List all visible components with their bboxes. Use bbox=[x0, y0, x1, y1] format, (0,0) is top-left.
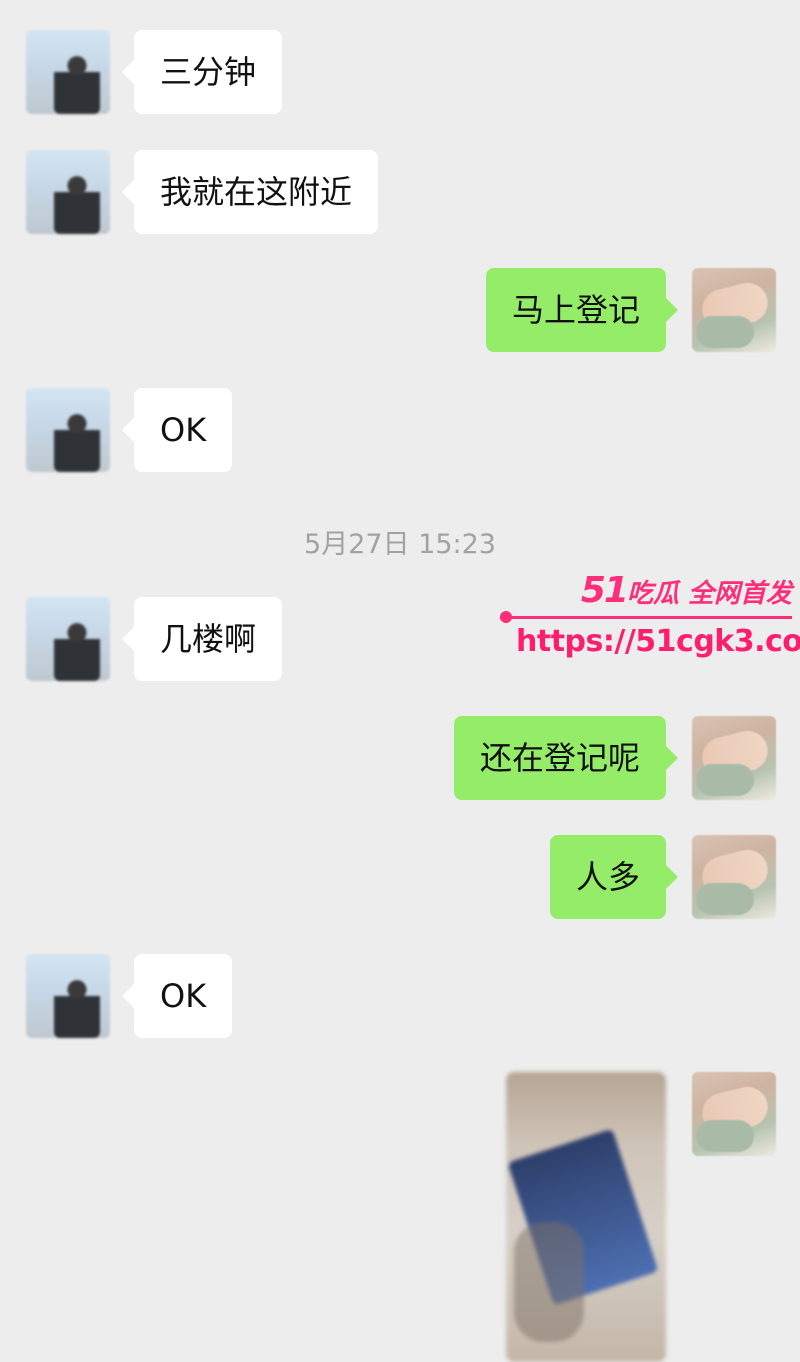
incoming-message-bubble[interactable]: OK bbox=[121, 954, 233, 1038]
outgoing-message-bubble[interactable]: 还在登记呢 bbox=[453, 716, 679, 800]
contact-avatar[interactable] bbox=[26, 954, 110, 1038]
person-avatar-icon bbox=[54, 172, 100, 234]
contact-avatar[interactable] bbox=[26, 150, 110, 234]
incoming-message-bubble[interactable]: 几楼啊 bbox=[121, 597, 283, 681]
incoming-message-bubble[interactable]: OK bbox=[121, 388, 233, 472]
message-timestamp: 5月27日 15:23 bbox=[304, 529, 496, 560]
person-avatar-icon bbox=[54, 619, 100, 681]
person-avatar-icon bbox=[54, 976, 100, 1038]
outgoing-message-bubble[interactable]: 人多 bbox=[549, 835, 679, 919]
self-avatar[interactable] bbox=[692, 1072, 776, 1156]
contact-avatar[interactable] bbox=[26, 30, 110, 114]
watermark-brand-number: 51 bbox=[580, 570, 629, 611]
image-message[interactable] bbox=[506, 1072, 666, 1362]
self-avatar[interactable] bbox=[692, 268, 776, 352]
watermark: 51吃瓜 全网首发 https://51cgk3.com bbox=[500, 570, 800, 666]
watermark-rule bbox=[500, 616, 792, 619]
incoming-message-bubble[interactable]: 三分钟 bbox=[121, 30, 283, 114]
person-avatar-icon bbox=[54, 52, 100, 114]
chat-history[interactable]: 三分钟 我就在这附近 马上登记 OK 5月27日 15:23 几楼啊 还在登记呢… bbox=[0, 0, 800, 1362]
outgoing-message-bubble[interactable]: 马上登记 bbox=[485, 268, 679, 352]
incoming-message-bubble[interactable]: 我就在这附近 bbox=[121, 150, 379, 234]
self-avatar[interactable] bbox=[692, 835, 776, 919]
watermark-url: https://51cgk3.com bbox=[516, 624, 800, 659]
contact-avatar[interactable] bbox=[26, 597, 110, 681]
watermark-brand-text: 吃瓜 全网首发 bbox=[626, 579, 792, 609]
contact-avatar[interactable] bbox=[26, 388, 110, 472]
self-avatar[interactable] bbox=[692, 716, 776, 800]
person-avatar-icon bbox=[54, 410, 100, 472]
watermark-brand: 51吃瓜 全网首发 bbox=[581, 570, 792, 611]
